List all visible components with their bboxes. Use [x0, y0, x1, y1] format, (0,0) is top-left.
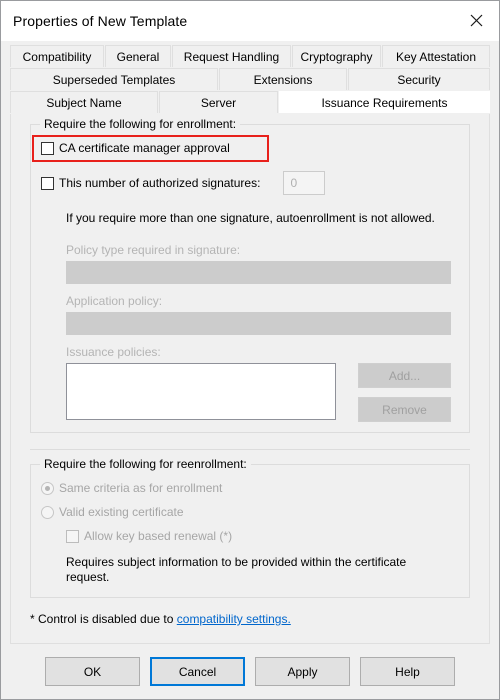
- window-title: Properties of New Template: [13, 13, 188, 29]
- dialog-button-bar: OK Cancel Apply Help: [1, 644, 499, 699]
- tab-server[interactable]: Server: [159, 91, 278, 113]
- enrollment-group: Require the following for enrollment: CA…: [30, 117, 470, 433]
- footnote: * Control is disabled due to compatibili…: [30, 612, 470, 626]
- tab-row-2: Superseded Templates Extensions Security: [10, 68, 490, 90]
- same-criteria-radio[interactable]: [41, 481, 54, 495]
- enrollment-group-legend: Require the following for enrollment:: [40, 117, 241, 131]
- close-icon[interactable]: [454, 1, 499, 40]
- add-button[interactable]: Add...: [358, 363, 451, 388]
- reenrollment-group-legend: Require the following for reenrollment:: [40, 457, 251, 471]
- cancel-button[interactable]: Cancel: [150, 657, 245, 686]
- issuance-policies-listbox[interactable]: [66, 363, 336, 420]
- tab-security[interactable]: Security: [348, 68, 490, 90]
- tab-request-handling[interactable]: Request Handling: [172, 45, 291, 67]
- allow-key-renewal-checkbox[interactable]: [66, 529, 79, 543]
- tab-subject-name[interactable]: Subject Name: [10, 91, 158, 113]
- application-policy-label: Application policy:: [66, 294, 163, 308]
- issuance-policies-buttons: Add... Remove: [358, 363, 451, 422]
- autoenrollment-hint: If you require more than one signature, …: [66, 211, 435, 225]
- same-criteria-row[interactable]: Same criteria as for enrollment: [41, 481, 459, 495]
- tab-page-issuance-requirements: Require the following for enrollment: CA…: [10, 114, 490, 644]
- allow-key-renewal-label: Allow key based renewal (*): [84, 529, 233, 543]
- subject-info-note: Requires subject information to be provi…: [66, 555, 407, 584]
- issuance-policies-label: Issuance policies:: [66, 345, 161, 359]
- tab-cryptography[interactable]: Cryptography: [292, 45, 381, 67]
- tab-row-3: Subject Name Server Issuance Requirement…: [10, 91, 490, 113]
- auth-signatures-checkbox[interactable]: [41, 176, 54, 190]
- footnote-prefix: * Control is disabled due to: [30, 612, 177, 626]
- auth-signatures-row[interactable]: This number of authorized signatures: 0: [41, 171, 459, 195]
- ca-approval-label: CA certificate manager approval: [59, 141, 230, 155]
- policy-type-combobox[interactable]: [66, 261, 451, 284]
- ca-approval-checkbox[interactable]: [41, 141, 54, 155]
- help-button[interactable]: Help: [360, 657, 455, 686]
- valid-existing-radio[interactable]: [41, 505, 54, 519]
- ca-approval-row[interactable]: CA certificate manager approval: [32, 135, 459, 162]
- auth-signatures-input[interactable]: 0: [283, 171, 326, 195]
- apply-button[interactable]: Apply: [255, 657, 350, 686]
- tab-extensions[interactable]: Extensions: [219, 68, 347, 90]
- properties-dialog: Properties of New Template Compatibility…: [0, 0, 500, 700]
- tab-strip: Compatibility General Request Handling C…: [1, 41, 499, 114]
- tab-superseded-templates[interactable]: Superseded Templates: [10, 68, 218, 90]
- application-policy-combobox[interactable]: [66, 312, 451, 335]
- policy-type-label: Policy type required in signature:: [66, 243, 241, 257]
- tab-row-1: Compatibility General Request Handling C…: [10, 45, 490, 67]
- auth-signatures-label: This number of authorized signatures:: [59, 176, 261, 190]
- tab-issuance-requirements[interactable]: Issuance Requirements: [279, 91, 490, 113]
- tab-compatibility[interactable]: Compatibility: [10, 45, 104, 67]
- section-divider: [30, 449, 470, 450]
- reenrollment-group: Require the following for reenrollment: …: [30, 457, 470, 598]
- tab-general[interactable]: General: [105, 45, 171, 67]
- valid-existing-row[interactable]: Valid existing certificate: [41, 505, 459, 519]
- compatibility-settings-link[interactable]: compatibility settings.: [177, 612, 291, 626]
- tab-key-attestation[interactable]: Key Attestation: [382, 45, 490, 67]
- ok-button[interactable]: OK: [45, 657, 140, 686]
- remove-button[interactable]: Remove: [358, 397, 451, 422]
- valid-existing-label: Valid existing certificate: [59, 505, 184, 519]
- issuance-policies-row: Add... Remove: [66, 363, 451, 422]
- title-bar: Properties of New Template: [1, 1, 499, 41]
- same-criteria-label: Same criteria as for enrollment: [59, 481, 223, 495]
- allow-key-renewal-row[interactable]: Allow key based renewal (*): [66, 529, 459, 543]
